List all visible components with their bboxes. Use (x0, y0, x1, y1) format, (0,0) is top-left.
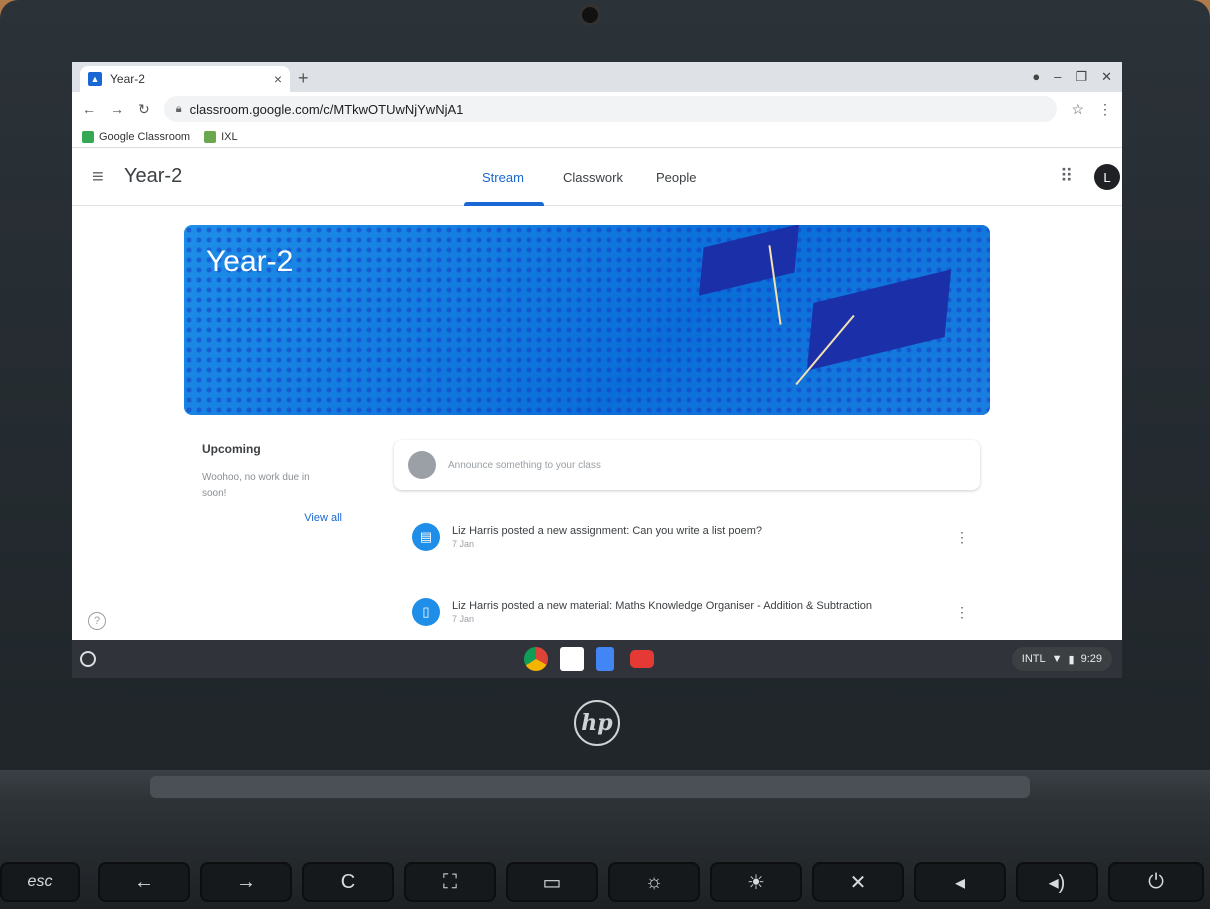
active-tab-indicator (464, 202, 544, 206)
google-classroom-bookmark-icon (82, 130, 94, 143)
google-apps-icon[interactable]: ⠿ (1060, 166, 1073, 187)
browser-tabstrip: ▲ Year-2 × + ● – ❐ ✕ (72, 62, 1122, 92)
battery-icon: ▮ (1068, 653, 1075, 666)
post-date: 7 Jan (452, 614, 475, 624)
back-icon[interactable]: ← (82, 101, 96, 117)
status-tray[interactable]: INTL ▼ ▮ 9:29 (1011, 647, 1112, 671)
profile-icon[interactable]: ● (1032, 69, 1040, 85)
key-volume-up-icon[interactable]: ◂) (1016, 862, 1098, 902)
key-power-icon[interactable]: ⏻ (1108, 862, 1204, 902)
key-forward[interactable]: → (200, 862, 292, 902)
lock-icon: 🔒︎ (175, 102, 182, 115)
new-tab-button[interactable]: + (298, 68, 309, 89)
bookmarks-bar: Google Classroom IXL (72, 126, 1122, 148)
stream-post[interactable]: ▤ Liz Harris posted a new assignment: Ca… (412, 517, 972, 557)
docs-app-icon[interactable] (596, 647, 614, 671)
graduation-cap-icon (698, 225, 800, 296)
material-icon: ▯ (412, 598, 440, 626)
forward-icon[interactable]: → (110, 101, 124, 117)
minimize-icon[interactable]: – (1054, 69, 1061, 85)
tab-title: Year-2 (110, 72, 145, 86)
bookmark-label: Google Classroom (99, 130, 191, 143)
key-overview-icon[interactable]: ▭ (506, 862, 598, 902)
wifi-icon: ▼ (1051, 653, 1063, 665)
key-brightness-up-icon[interactable]: ☀ (710, 862, 802, 902)
ixl-bookmark-icon (204, 130, 217, 143)
webcam (579, 4, 601, 26)
stream-post[interactable]: ▯ Liz Harris posted a new material: Math… (412, 592, 972, 632)
close-window-icon[interactable]: ✕ (1101, 69, 1112, 85)
upcoming-panel: Upcoming Woohoo, no work due in soon! Vi… (202, 442, 372, 524)
graduation-cap-icon (806, 269, 952, 371)
reload-icon[interactable]: ↻ (138, 101, 150, 118)
announce-box[interactable]: Announce something to your class (394, 440, 980, 490)
youtube-app-icon[interactable] (630, 650, 654, 668)
tab-stream[interactable]: Stream (482, 170, 524, 185)
key-fullscreen-icon[interactable]: ⛶ (404, 862, 496, 902)
key-volume-down-icon[interactable]: ◂ (914, 862, 1006, 902)
help-icon[interactable]: ? (88, 612, 106, 630)
classroom-favicon-icon: ▲ (88, 72, 102, 86)
post-title: Liz Harris posted a new material: Maths … (452, 600, 873, 612)
bookmark-ixl[interactable]: IXL (204, 130, 238, 143)
class-banner: Year-2 (184, 225, 990, 415)
announce-placeholder: Announce something to your class (448, 459, 601, 471)
assignment-icon: ▤ (412, 523, 440, 551)
launcher-icon[interactable] (80, 651, 96, 667)
tab-close-icon[interactable]: × (274, 71, 282, 87)
hp-logo: hp (574, 700, 620, 746)
bookmark-label: IXL (221, 130, 238, 143)
key-back[interactable]: ← (98, 862, 190, 902)
classroom-header: ≡ Year-2 Stream Classwork People ⠿ L (72, 148, 1122, 206)
key-refresh[interactable]: C (302, 862, 394, 902)
class-title[interactable]: Year-2 (124, 165, 182, 188)
upcoming-message: Woohoo, no work due in soon! (202, 472, 310, 499)
bookmark-star-icon[interactable]: ☆ (1071, 101, 1084, 118)
banner-title[interactable]: Year-2 (206, 245, 293, 279)
browser-menu-icon[interactable]: ⋮ (1098, 101, 1112, 118)
clock: 9:29 (1080, 653, 1102, 665)
account-avatar[interactable]: L (1094, 164, 1120, 190)
post-title: Liz Harris posted a new assignment: Can … (452, 525, 762, 537)
key-brightness-down-icon[interactable]: ☼ (608, 862, 700, 902)
chrome-app-icon[interactable] (524, 647, 548, 671)
url-text: classroom.google.com/c/MTkwOTUwNjYwNjA1 (189, 101, 464, 117)
post-date: 7 Jan (452, 539, 475, 549)
key-mute-icon[interactable]: ✕ (812, 862, 904, 902)
hamburger-menu-icon[interactable]: ≡ (92, 166, 104, 189)
tab-people[interactable]: People (656, 170, 696, 185)
input-method: INTL (1021, 653, 1046, 665)
key-esc[interactable]: esc (0, 862, 80, 902)
user-avatar (408, 451, 436, 479)
address-bar[interactable]: 🔒︎ classroom.google.com/c/MTkwOTUwNjYwNj… (163, 96, 1058, 122)
browser-toolbar: ← → ↻ 🔒︎ classroom.google.com/c/MTkwOTUw… (72, 92, 1122, 126)
bookmark-google-classroom[interactable]: Google Classroom (82, 130, 191, 143)
chromeos-shelf: INTL ▼ ▮ 9:29 (72, 640, 1122, 678)
gmail-app-icon[interactable] (560, 647, 584, 671)
upcoming-title: Upcoming (202, 442, 261, 456)
browser-tab[interactable]: ▲ Year-2 × (80, 66, 290, 92)
restore-icon[interactable]: ❐ (1075, 69, 1087, 85)
tab-classwork[interactable]: Classwork (563, 170, 623, 185)
window-controls: ● – ❐ ✕ (1032, 69, 1112, 85)
more-options-icon[interactable]: ⋮ (952, 604, 972, 621)
hinge-bar (150, 776, 1030, 798)
view-all-link[interactable]: View all (202, 512, 372, 524)
chromebook-screen: ▲ Year-2 × + ● – ❐ ✕ ← → ↻ 🔒︎ classroom.… (72, 62, 1122, 678)
more-options-icon[interactable]: ⋮ (952, 529, 972, 546)
